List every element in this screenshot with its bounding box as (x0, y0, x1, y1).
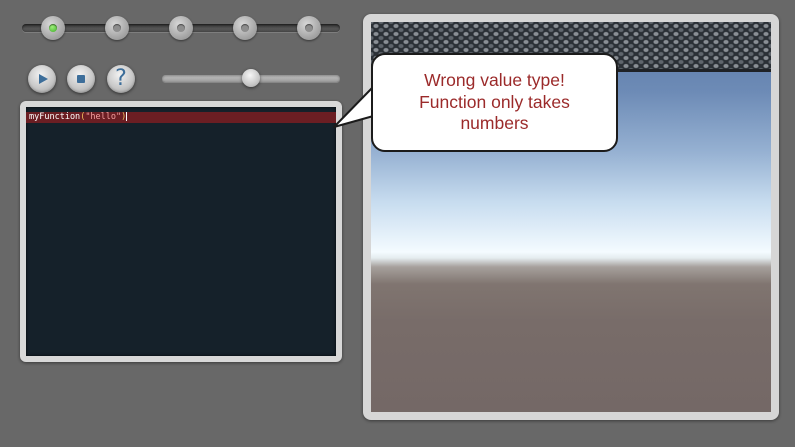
code-line-error[interactable]: myFunction("hello") (26, 112, 336, 123)
level-node-1[interactable] (41, 16, 65, 40)
play-icon (39, 74, 48, 84)
level-1-indicator (49, 24, 57, 32)
help-icon: ? (115, 66, 127, 91)
level-node-4[interactable] (233, 16, 257, 40)
level-2-indicator (113, 24, 121, 32)
level-node-3[interactable] (169, 16, 193, 40)
code-string-argument: "hello" (85, 112, 122, 122)
play-button[interactable] (28, 65, 56, 93)
speed-slider[interactable] (162, 69, 340, 87)
code-editor[interactable]: myFunction("hello") (26, 107, 336, 356)
stop-icon (77, 75, 85, 83)
code-editor-panel: myFunction("hello") (20, 101, 342, 362)
error-tooltip: Wrong value type! Function only takes nu… (371, 53, 618, 152)
code-line-text: myFunction("hello") (29, 112, 128, 123)
text-caret (126, 112, 128, 121)
help-button[interactable]: ? (107, 65, 135, 93)
level-node-5[interactable] (297, 16, 321, 40)
error-message: Wrong value type! Function only takes nu… (419, 70, 570, 134)
level-4-indicator (241, 24, 249, 32)
level-3-indicator (177, 24, 185, 32)
code-function-name: myFunction (29, 112, 81, 122)
stop-button[interactable] (67, 65, 95, 93)
level-5-indicator (305, 24, 313, 32)
speed-slider-thumb[interactable] (242, 69, 260, 87)
level-node-2[interactable] (105, 16, 129, 40)
